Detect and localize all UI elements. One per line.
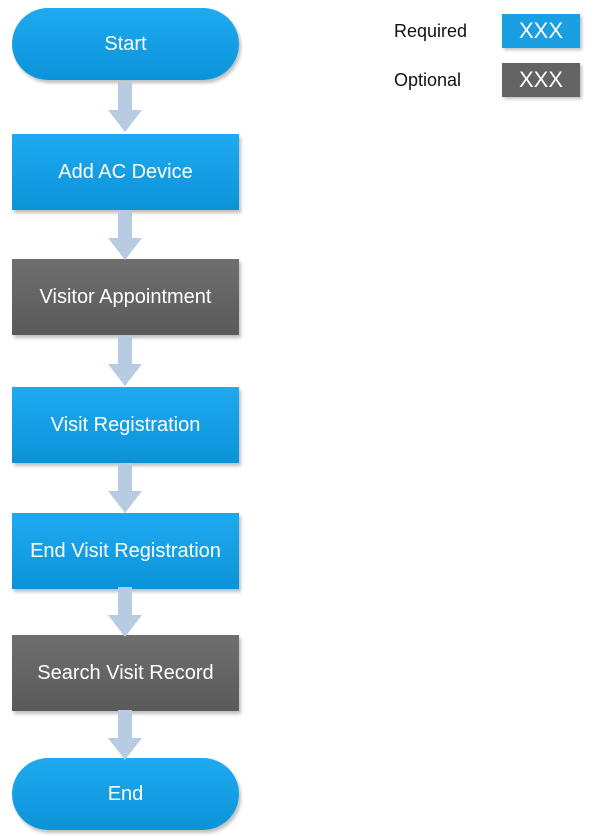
arrow-down-icon	[108, 336, 142, 386]
visit-registration-label: Visit Registration	[50, 413, 201, 436]
flowchart: Start Add AC Device Visitor Appointment …	[0, 0, 610, 836]
legend-required: Required XXX	[394, 14, 580, 48]
visitor-appointment-label: Visitor Appointment	[39, 285, 212, 308]
arrow-down-icon	[108, 82, 142, 132]
arrow-down-icon	[108, 463, 142, 513]
arrow-down-icon	[108, 587, 142, 637]
visit-registration-node: Visit Registration	[12, 387, 239, 463]
legend-optional-swatch: XXX	[502, 63, 580, 97]
visitor-appointment-node: Visitor Appointment	[12, 259, 239, 335]
arrow-down-icon	[108, 710, 142, 760]
end-visit-registration-label: End Visit Registration	[30, 539, 221, 562]
legend-required-swatch: XXX	[502, 14, 580, 48]
search-visit-record-node: Search Visit Record	[12, 635, 239, 711]
legend-required-label: Required	[394, 20, 468, 41]
search-visit-record-label: Search Visit Record	[37, 661, 214, 684]
legend-optional: Optional XXX	[394, 63, 580, 97]
start-node: Start	[12, 8, 239, 80]
arrow-down-icon	[108, 210, 142, 260]
end-node: End	[12, 758, 239, 830]
add-ac-device-node: Add AC Device	[12, 134, 239, 210]
start-node-label: Start	[104, 32, 147, 55]
legend-optional-label: Optional	[394, 69, 462, 90]
add-ac-device-label: Add AC Device	[58, 160, 193, 183]
end-node-label: End	[107, 782, 144, 805]
end-visit-registration-node: End Visit Registration	[12, 513, 239, 589]
